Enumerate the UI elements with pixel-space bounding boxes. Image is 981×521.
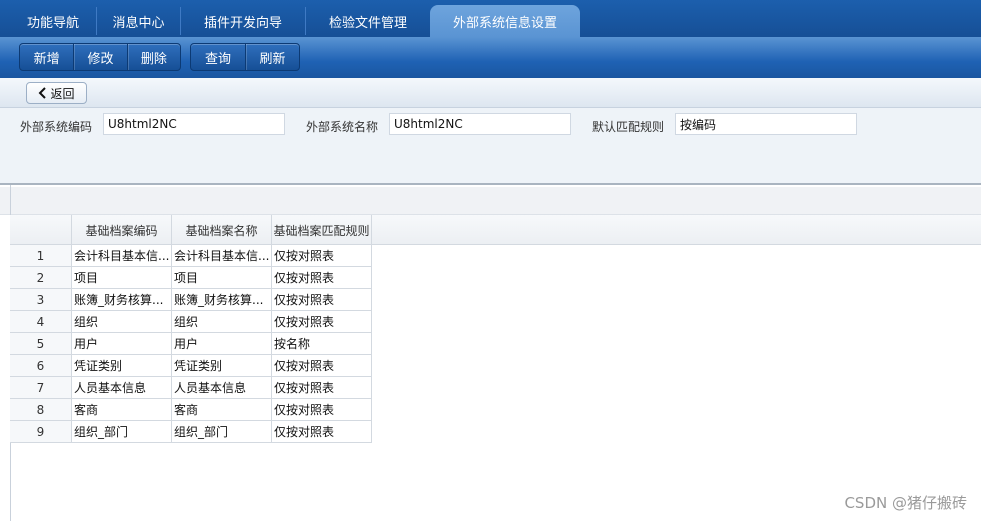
cell-rule[interactable]: 按名称 — [272, 333, 372, 355]
table-row[interactable]: 7 人员基本信息 人员基本信息 仅按对照表 — [10, 377, 372, 399]
back-bar: 返回 — [0, 78, 981, 108]
table-row[interactable]: 5 用户 用户 按名称 — [10, 333, 372, 355]
column-header-rule[interactable]: 基础档案匹配规则 — [272, 215, 372, 245]
table-row[interactable]: 9 组织_部门 组织_部门 仅按对照表 — [10, 421, 372, 443]
cell-code[interactable]: 客商 — [72, 399, 172, 421]
tab-function-navigation[interactable]: 功能导航 — [10, 5, 96, 37]
cell-code[interactable]: 人员基本信息 — [72, 377, 172, 399]
cell-code[interactable]: 组织 — [72, 311, 172, 333]
cell-code[interactable]: 会计科目基本信... — [72, 245, 172, 267]
cell-rule[interactable]: 仅按对照表 — [272, 289, 372, 311]
tab-inspection-file-mgmt[interactable]: 检验文件管理 — [306, 5, 430, 37]
row-number: 5 — [10, 333, 72, 355]
cell-rule[interactable]: 仅按对照表 — [272, 377, 372, 399]
query-button[interactable]: 查询 — [191, 44, 245, 70]
row-number-header — [10, 215, 72, 245]
back-button[interactable]: 返回 — [26, 82, 87, 104]
row-number: 8 — [10, 399, 72, 421]
cell-name[interactable]: 组织 — [172, 311, 272, 333]
cell-rule[interactable]: 仅按对照表 — [272, 267, 372, 289]
cell-rule[interactable]: 仅按对照表 — [272, 399, 372, 421]
column-header-code[interactable]: 基础档案编码 — [72, 215, 172, 245]
table-row[interactable]: 4 组织 组织 仅按对照表 — [10, 311, 372, 333]
default-match-rule-label: 默认匹配规则 — [592, 120, 665, 134]
watermark: CSDN @猪仔搬砖 — [844, 494, 967, 512]
cell-code[interactable]: 凭证类别 — [72, 355, 172, 377]
tab-external-system-settings[interactable]: 外部系统信息设置 — [430, 5, 580, 37]
row-number: 6 — [10, 355, 72, 377]
tab-plugin-dev-wizard[interactable]: 插件开发向导 — [181, 5, 305, 37]
default-match-rule-field[interactable]: 按编码 — [675, 113, 857, 135]
cell-rule[interactable]: 仅按对照表 — [272, 245, 372, 267]
table-row[interactable]: 8 客商 客商 仅按对照表 — [10, 399, 372, 421]
tab-message-center[interactable]: 消息中心 — [97, 5, 180, 37]
grid-toolbar-strip — [0, 187, 981, 215]
external-system-form: 外部系统编码 U8html2NC 外部系统名称 U8html2NC 默认匹配规则… — [0, 108, 981, 185]
cell-name[interactable]: 项目 — [172, 267, 272, 289]
row-number: 4 — [10, 311, 72, 333]
top-tab-bar: 功能导航 消息中心 插件开发向导 检验文件管理 外部系统信息设置 — [0, 0, 981, 37]
add-button[interactable]: 新增 — [20, 44, 73, 70]
grid-header: 基础档案编码 基础档案名称 基础档案匹配规则 — [10, 215, 981, 245]
toolbar: 新增 修改 删除 查询 刷新 — [0, 37, 981, 78]
cell-name[interactable]: 凭证类别 — [172, 355, 272, 377]
cell-name[interactable]: 客商 — [172, 399, 272, 421]
column-header-name[interactable]: 基础档案名称 — [172, 215, 272, 245]
refresh-button[interactable]: 刷新 — [244, 44, 299, 70]
system-name-field[interactable]: U8html2NC — [389, 113, 571, 135]
table-row[interactable]: 3 账簿_财务核算... 账簿_财务核算... 仅按对照表 — [10, 289, 372, 311]
cell-code[interactable]: 项目 — [72, 267, 172, 289]
table-row[interactable]: 2 项目 项目 仅按对照表 — [10, 267, 372, 289]
row-number: 1 — [10, 245, 72, 267]
delete-button[interactable]: 删除 — [126, 44, 180, 70]
cell-name[interactable]: 组织_部门 — [172, 421, 272, 443]
row-number: 2 — [10, 267, 72, 289]
cell-name[interactable]: 用户 — [172, 333, 272, 355]
cell-code[interactable]: 组织_部门 — [72, 421, 172, 443]
cell-rule[interactable]: 仅按对照表 — [272, 355, 372, 377]
cell-rule[interactable]: 仅按对照表 — [272, 421, 372, 443]
cell-code[interactable]: 账簿_财务核算... — [72, 289, 172, 311]
system-name-label: 外部系统名称 — [306, 120, 379, 134]
edit-button-group: 新增 修改 删除 — [19, 43, 181, 71]
system-code-field[interactable]: U8html2NC — [103, 113, 285, 135]
row-number: 9 — [10, 421, 72, 443]
system-code-label: 外部系统编码 — [20, 120, 93, 134]
query-button-group: 查询 刷新 — [190, 43, 300, 71]
table-row[interactable]: 6 凭证类别 凭证类别 仅按对照表 — [10, 355, 372, 377]
edit-button[interactable]: 修改 — [73, 44, 126, 70]
back-button-label: 返回 — [50, 86, 75, 101]
chevron-left-icon — [39, 87, 47, 99]
cell-code[interactable]: 用户 — [72, 333, 172, 355]
cell-name[interactable]: 人员基本信息 — [172, 377, 272, 399]
row-number: 7 — [10, 377, 72, 399]
cell-name[interactable]: 账簿_财务核算... — [172, 289, 272, 311]
cell-rule[interactable]: 仅按对照表 — [272, 311, 372, 333]
table-row[interactable]: 1 会计科目基本信... 会计科目基本信... 仅按对照表 — [10, 245, 372, 267]
row-number: 3 — [10, 289, 72, 311]
cell-name[interactable]: 会计科目基本信... — [172, 245, 272, 267]
